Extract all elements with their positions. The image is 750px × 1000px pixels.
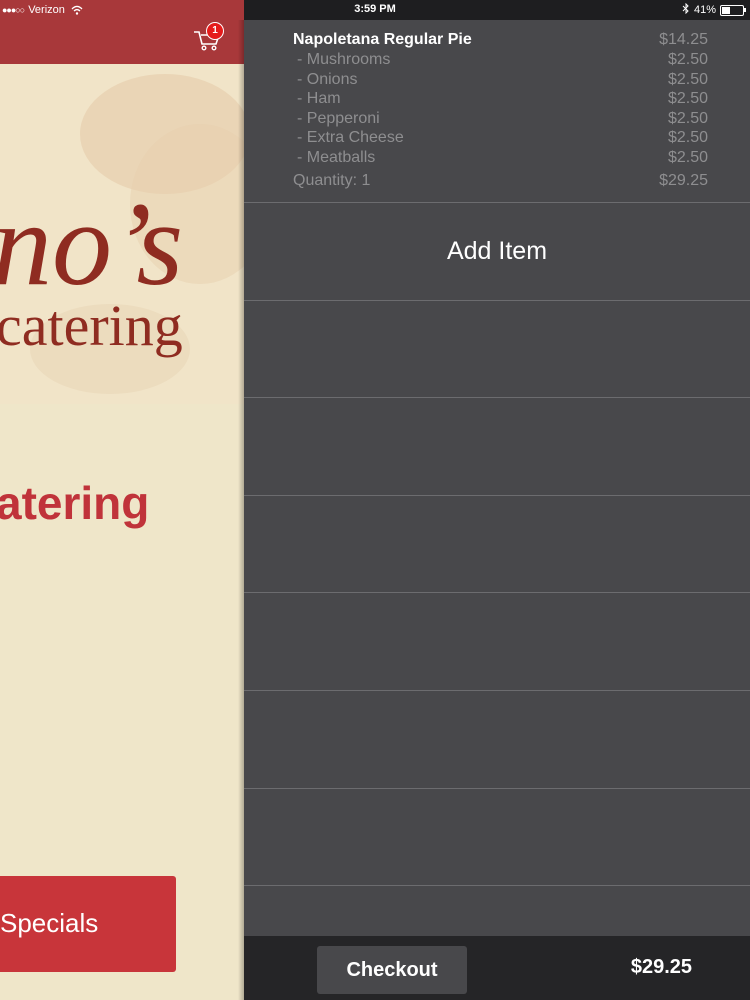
modifier-row: - Meatballs $2.50 — [244, 149, 750, 169]
brand-logo-subtitle: catering — [0, 293, 183, 358]
quantity-row: Quantity: 1 $29.25 — [244, 172, 750, 192]
row-divider — [244, 788, 750, 789]
modifier-name: - Pepperoni — [297, 110, 380, 127]
add-item-button[interactable]: Add Item — [244, 203, 750, 299]
catering-heading: atering — [0, 477, 150, 529]
row-divider — [244, 495, 750, 496]
item-name: Napoletana Regular Pie — [293, 31, 472, 48]
modifier-name: - Ham — [297, 90, 341, 107]
specials-button[interactable]: Specials — [0, 876, 176, 972]
modifier-name: - Meatballs — [297, 149, 376, 166]
cart-button[interactable]: 1 — [192, 22, 224, 56]
status-bar: ●●●○○ Verizon 3:59 PM 41% — [0, 0, 750, 20]
status-time: 3:59 PM — [354, 3, 396, 15]
cart-total: $29.25 — [630, 956, 692, 978]
brand-banner: no’s catering — [0, 64, 244, 404]
brand-logo-text: no’s — [0, 177, 184, 310]
modifier-price: $2.50 — [667, 149, 708, 166]
modifier-row: - Mushrooms $2.50 — [244, 51, 750, 71]
status-bar-right: 41% — [682, 2, 746, 17]
order-item[interactable]: Napoletana Regular Pie $14.25 - Mushroom… — [244, 20, 750, 202]
row-divider — [244, 885, 750, 886]
row-divider — [244, 592, 750, 593]
modifier-price: $2.50 — [667, 71, 708, 88]
modifier-price: $2.50 — [667, 90, 708, 107]
cart-count-badge: 1 — [206, 22, 224, 40]
battery-icon — [720, 4, 746, 16]
cart-panel: Napoletana Regular Pie $14.25 - Mushroom… — [244, 20, 750, 936]
battery-percentage: 41% — [693, 4, 716, 16]
modifier-price: $2.50 — [667, 110, 708, 127]
app-home-panel: 1 no’s catering atering Specials — [0, 0, 244, 1000]
modifier-name: - Extra Cheese — [297, 129, 404, 146]
item-base-price: $14.25 — [659, 31, 708, 48]
modifier-name: - Mushrooms — [297, 51, 391, 68]
modifier-row: - Extra Cheese $2.50 — [244, 129, 750, 149]
row-divider — [244, 690, 750, 691]
modifier-price: $2.50 — [667, 51, 708, 68]
checkout-button[interactable]: Checkout — [317, 946, 467, 994]
modifier-price: $2.50 — [667, 129, 708, 146]
specials-label: Specials — [0, 908, 99, 938]
modifier-name: - Onions — [297, 71, 358, 88]
quantity-label: Quantity: 1 — [293, 172, 371, 189]
modifier-row: - Pepperoni $2.50 — [244, 110, 750, 130]
checkout-bar: Checkout $29.25 — [244, 936, 750, 1000]
row-divider — [244, 397, 750, 398]
line-total: $29.25 — [659, 172, 708, 189]
modifier-row: - Ham $2.50 — [244, 90, 750, 110]
cart-icon — [192, 31, 222, 56]
modifier-row: - Onions $2.50 — [244, 71, 750, 91]
bluetooth-icon — [682, 2, 690, 17]
row-divider — [244, 300, 750, 301]
